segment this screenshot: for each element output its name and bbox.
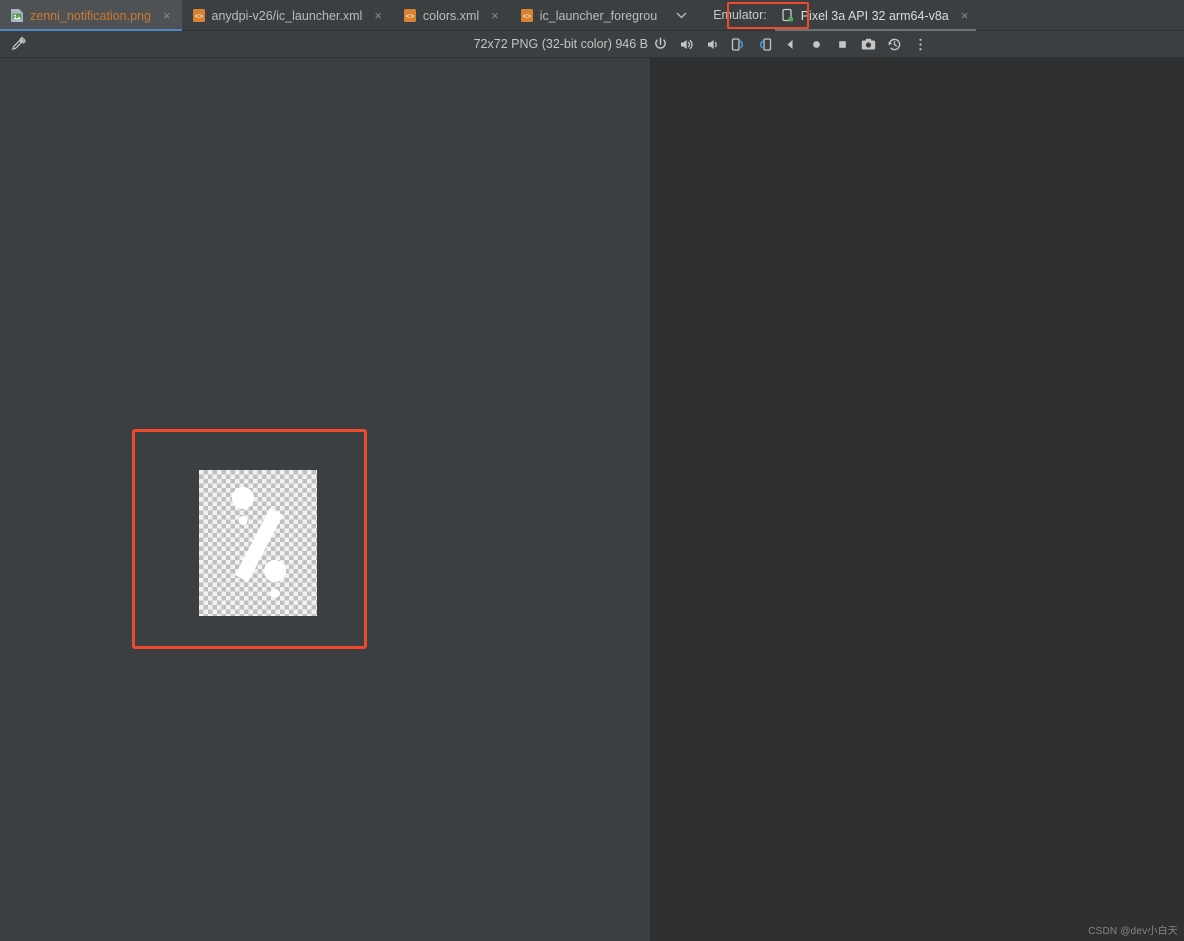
image-preview-pane — [0, 58, 650, 941]
emulator-device-label: Pixel 3a API 32 arm64-v8a — [800, 8, 949, 23]
history-icon[interactable] — [886, 36, 903, 53]
close-icon[interactable]: × — [489, 9, 501, 22]
emulator-control-strip — [652, 36, 929, 53]
close-icon[interactable]: × — [161, 9, 173, 22]
rotate-right-icon[interactable] — [756, 36, 773, 53]
emulator-pane: 3:02 Fri, Oct 21 — [650, 58, 1184, 941]
image-info-label: 72x72 PNG (32-bit color) 946 B — [473, 37, 648, 51]
emulator-label: Emulator: — [713, 8, 767, 22]
editor-tab-ic-launcher-foreground[interactable]: <> ic_launcher_foregrou — [510, 0, 666, 31]
watermark: CSDN @dev小白天 — [1088, 926, 1178, 937]
close-icon[interactable]: × — [959, 9, 971, 22]
editor-tab-bar: zenni_notification.png × <> anydpi-v26/i… — [0, 0, 1184, 31]
power-icon[interactable] — [652, 36, 669, 53]
rotate-left-icon[interactable] — [730, 36, 747, 53]
back-icon[interactable] — [782, 36, 799, 53]
editor-tab-ic-launcher-xml[interactable]: <> anydpi-v26/ic_launcher.xml × — [182, 0, 393, 31]
volume-down-icon[interactable] — [704, 36, 721, 53]
close-icon[interactable]: × — [372, 9, 384, 22]
image-editor-toolbar: 72x72 PNG (32-bit color) 946 B — [0, 31, 1184, 58]
eyedropper-icon[interactable] — [9, 35, 27, 53]
editor-tab-zenni-notification[interactable]: zenni_notification.png × — [0, 0, 182, 31]
svg-text:<>: <> — [194, 14, 202, 22]
editor-tab-label: anydpi-v26/ic_launcher.xml — [211, 8, 363, 23]
xml-file-icon: <> — [403, 8, 417, 23]
more-vertical-icon[interactable] — [912, 36, 929, 53]
xml-file-icon: <> — [192, 8, 206, 23]
percent-glyph — [232, 487, 287, 598]
xml-file-icon: <> — [520, 8, 534, 23]
transparency-checkerboard — [199, 470, 317, 616]
svg-text:<>: <> — [406, 14, 414, 22]
emulator-device-tab[interactable]: Pixel 3a API 32 arm64-v8a × — [774, 0, 977, 31]
device-icon — [781, 8, 795, 23]
editor-tab-label: zenni_notification.png — [30, 8, 151, 23]
android-studio-window: zenni_notification.png × <> anydpi-v26/i… — [0, 0, 1184, 941]
image-file-icon — [10, 8, 24, 23]
highlight-box-image-preview — [132, 429, 367, 649]
home-icon[interactable] — [808, 36, 825, 53]
chevron-down-icon[interactable] — [666, 0, 697, 30]
overview-icon[interactable] — [834, 36, 851, 53]
editor-tab-label: ic_launcher_foregrou — [539, 8, 658, 23]
editor-tab-colors-xml[interactable]: <> colors.xml × — [393, 0, 510, 31]
volume-up-icon[interactable] — [678, 36, 695, 53]
editor-tab-label: colors.xml — [422, 8, 480, 23]
svg-text:<>: <> — [523, 14, 531, 22]
screenshot-icon[interactable] — [860, 36, 877, 53]
